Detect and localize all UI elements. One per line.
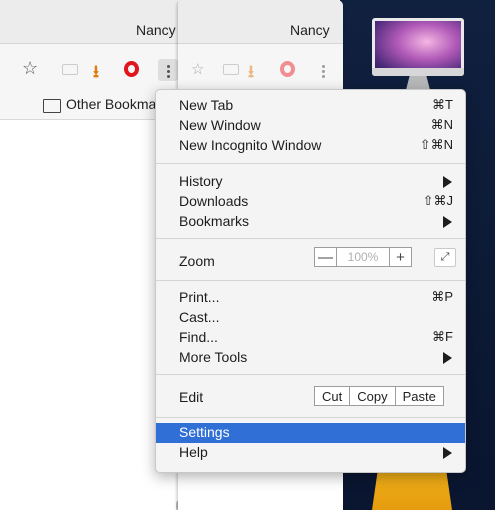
download-icon[interactable]: ⭳ [93, 59, 99, 88]
submenu-arrow-icon [443, 216, 452, 228]
menu-item-find[interactable]: Find... ⌘F [156, 328, 465, 348]
menu-item-label: Downloads [179, 193, 249, 209]
menu-item-label: Zoom [179, 253, 215, 269]
menu-separator [156, 417, 465, 418]
menu-kebab-icon[interactable] [313, 59, 333, 81]
shortcut: ⌘N [430, 117, 453, 132]
menu-item-new-tab[interactable]: New Tab ⌘T [156, 96, 465, 116]
menu-separator [156, 280, 465, 281]
menu-item-zoom: Zoom [156, 252, 465, 272]
menu-item-label: Settings [179, 424, 230, 440]
menu-item-new-window[interactable]: New Window ⌘N [156, 116, 465, 136]
folder-icon [43, 99, 61, 113]
menu-item-history[interactable]: History [156, 172, 465, 192]
menu-separator [156, 238, 465, 239]
menu-item-more-tools[interactable]: More Tools [156, 348, 465, 368]
menu-separator [156, 374, 465, 375]
opera-icon[interactable] [280, 61, 295, 77]
shortcut: ⇧⌘J [422, 193, 453, 208]
menu-item-bookmarks[interactable]: Bookmarks [156, 212, 465, 232]
menu-item-label: More Tools [179, 349, 248, 365]
shortcut: ⌘P [431, 289, 453, 304]
menu-kebab-icon[interactable] [158, 59, 178, 81]
chrome-menu: New Tab ⌘T New Window ⌘N New Incognito W… [155, 89, 466, 473]
submenu-arrow-icon [443, 176, 452, 188]
extension-icon[interactable] [223, 64, 239, 75]
menu-item-label: Help [179, 444, 208, 460]
zoom-in-button[interactable]: + [389, 248, 411, 266]
paste-button[interactable]: Paste [394, 387, 443, 405]
submenu-arrow-icon [443, 352, 452, 364]
zoom-out-button[interactable]: — [315, 248, 337, 266]
menu-item-help[interactable]: Help [156, 443, 465, 463]
shortcut: ⇧⌘N [419, 137, 453, 152]
menu-item-label: Print... [179, 289, 220, 305]
fullscreen-icon[interactable]: ⤢ [434, 248, 456, 267]
profile-name[interactable]: Nancy [136, 22, 176, 38]
edit-control-group: Cut Copy Paste [314, 386, 444, 406]
menu-item-new-incognito-window[interactable]: New Incognito Window ⇧⌘N [156, 136, 465, 156]
menu-item-label: New Window [179, 117, 261, 133]
imac-icon[interactable] [372, 18, 464, 90]
zoom-control: — 100% + [314, 247, 412, 267]
menu-item-label: Cast... [179, 309, 220, 325]
menu-item-print[interactable]: Print... ⌘P [156, 288, 465, 308]
menu-item-cast[interactable]: Cast... [156, 308, 465, 328]
menu-item-downloads[interactable]: Downloads ⇧⌘J [156, 192, 465, 212]
download-icon[interactable]: ⭳ [248, 59, 254, 88]
profile-name[interactable]: Nancy [290, 22, 330, 38]
menu-item-label: Find... [179, 329, 218, 345]
menu-item-label: Edit [179, 389, 204, 405]
extension-icon[interactable] [62, 64, 78, 75]
shortcut: ⌘F [432, 329, 453, 344]
menu-item-label: New Tab [179, 97, 234, 113]
zoom-level: 100% [347, 250, 379, 264]
menu-item-label: New Incognito Window [179, 137, 322, 153]
menu-separator [156, 163, 465, 164]
menu-item-settings[interactable]: Settings [156, 423, 465, 443]
bookmark-star-icon[interactable]: ☆ [22, 58, 38, 79]
bookmark-star-icon[interactable]: ☆ [191, 60, 204, 78]
menu-item-label: History [179, 173, 223, 189]
copy-button[interactable]: Copy [349, 387, 394, 405]
submenu-arrow-icon [443, 447, 452, 459]
browser-window-back: Nancy ☆ ⭳ Other Bookma [0, 0, 184, 510]
menu-item-label: Bookmarks [179, 213, 250, 229]
shortcut: ⌘T [432, 97, 453, 112]
cut-button[interactable]: Cut [315, 387, 349, 405]
opera-icon[interactable] [124, 61, 139, 77]
